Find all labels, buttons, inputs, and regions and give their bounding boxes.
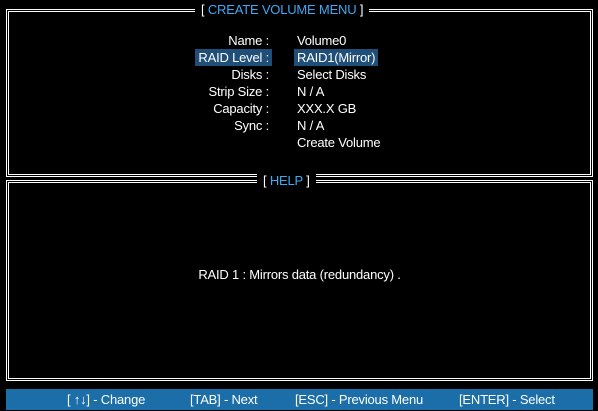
previous-menu-key-hint: [ESC] - Previous Menu — [295, 392, 424, 407]
create-volume-row[interactable]: Create Volume — [9, 134, 590, 151]
help-bracket-right: ] — [306, 173, 310, 188]
title-bracket-left: [ — [201, 2, 205, 17]
field-row-disks[interactable]: Disks : Select Disks — [9, 66, 590, 83]
field-row-sync[interactable]: Sync : N / A — [9, 117, 590, 134]
create-volume-button[interactable]: Create Volume — [297, 134, 381, 151]
change-key-hint: [ ↑↓] - Change — [67, 392, 146, 407]
field-row-name[interactable]: Name : Volume0 — [9, 32, 590, 49]
field-row-capacity[interactable]: Capacity : XXX.X GB — [9, 100, 590, 117]
disks-value[interactable]: Select Disks — [297, 66, 366, 83]
create-volume-title-text: CREATE VOLUME MENU — [207, 2, 357, 17]
disks-label: Disks : — [231, 67, 269, 82]
help-title-text: HELP — [269, 173, 303, 188]
help-text: RAID 1 : Mirrors data (redundancy) . — [198, 267, 401, 282]
help-panel: [ HELP ] RAID 1 : Mirrors data (redundan… — [6, 173, 593, 381]
name-value[interactable]: Volume0 — [297, 32, 346, 49]
capacity-label: Capacity : — [213, 101, 269, 116]
sync-label: Sync : — [234, 118, 269, 133]
sync-value[interactable]: N / A — [297, 117, 324, 134]
help-bracket-left: [ — [263, 173, 267, 188]
field-row-raid-level[interactable]: RAID Level : RAID1(Mirror) — [9, 49, 590, 66]
strip-size-value[interactable]: N / A — [297, 83, 324, 100]
strip-size-label: Strip Size : — [208, 84, 270, 99]
key-hint-bar: [ ↑↓] - Change [TAB] - Next [ESC] - Prev… — [6, 389, 593, 410]
help-title: [ HELP ] — [257, 173, 316, 189]
name-label: Name : — [228, 33, 269, 48]
raid-level-label: RAID Level : — [195, 49, 272, 66]
next-key-hint: [TAB] - Next — [190, 392, 258, 407]
capacity-value[interactable]: XXX.X GB — [297, 100, 356, 117]
field-row-strip-size[interactable]: Strip Size : N / A — [9, 83, 590, 100]
raid-level-value[interactable]: RAID1(Mirror) — [294, 49, 379, 66]
create-volume-panel: [ CREATE VOLUME MENU ] Name : Volume0 RA… — [6, 2, 593, 177]
select-key-hint: [ENTER] - Select — [459, 392, 555, 407]
create-volume-title: [ CREATE VOLUME MENU ] — [195, 2, 370, 18]
title-bracket-right: ] — [359, 2, 364, 17]
